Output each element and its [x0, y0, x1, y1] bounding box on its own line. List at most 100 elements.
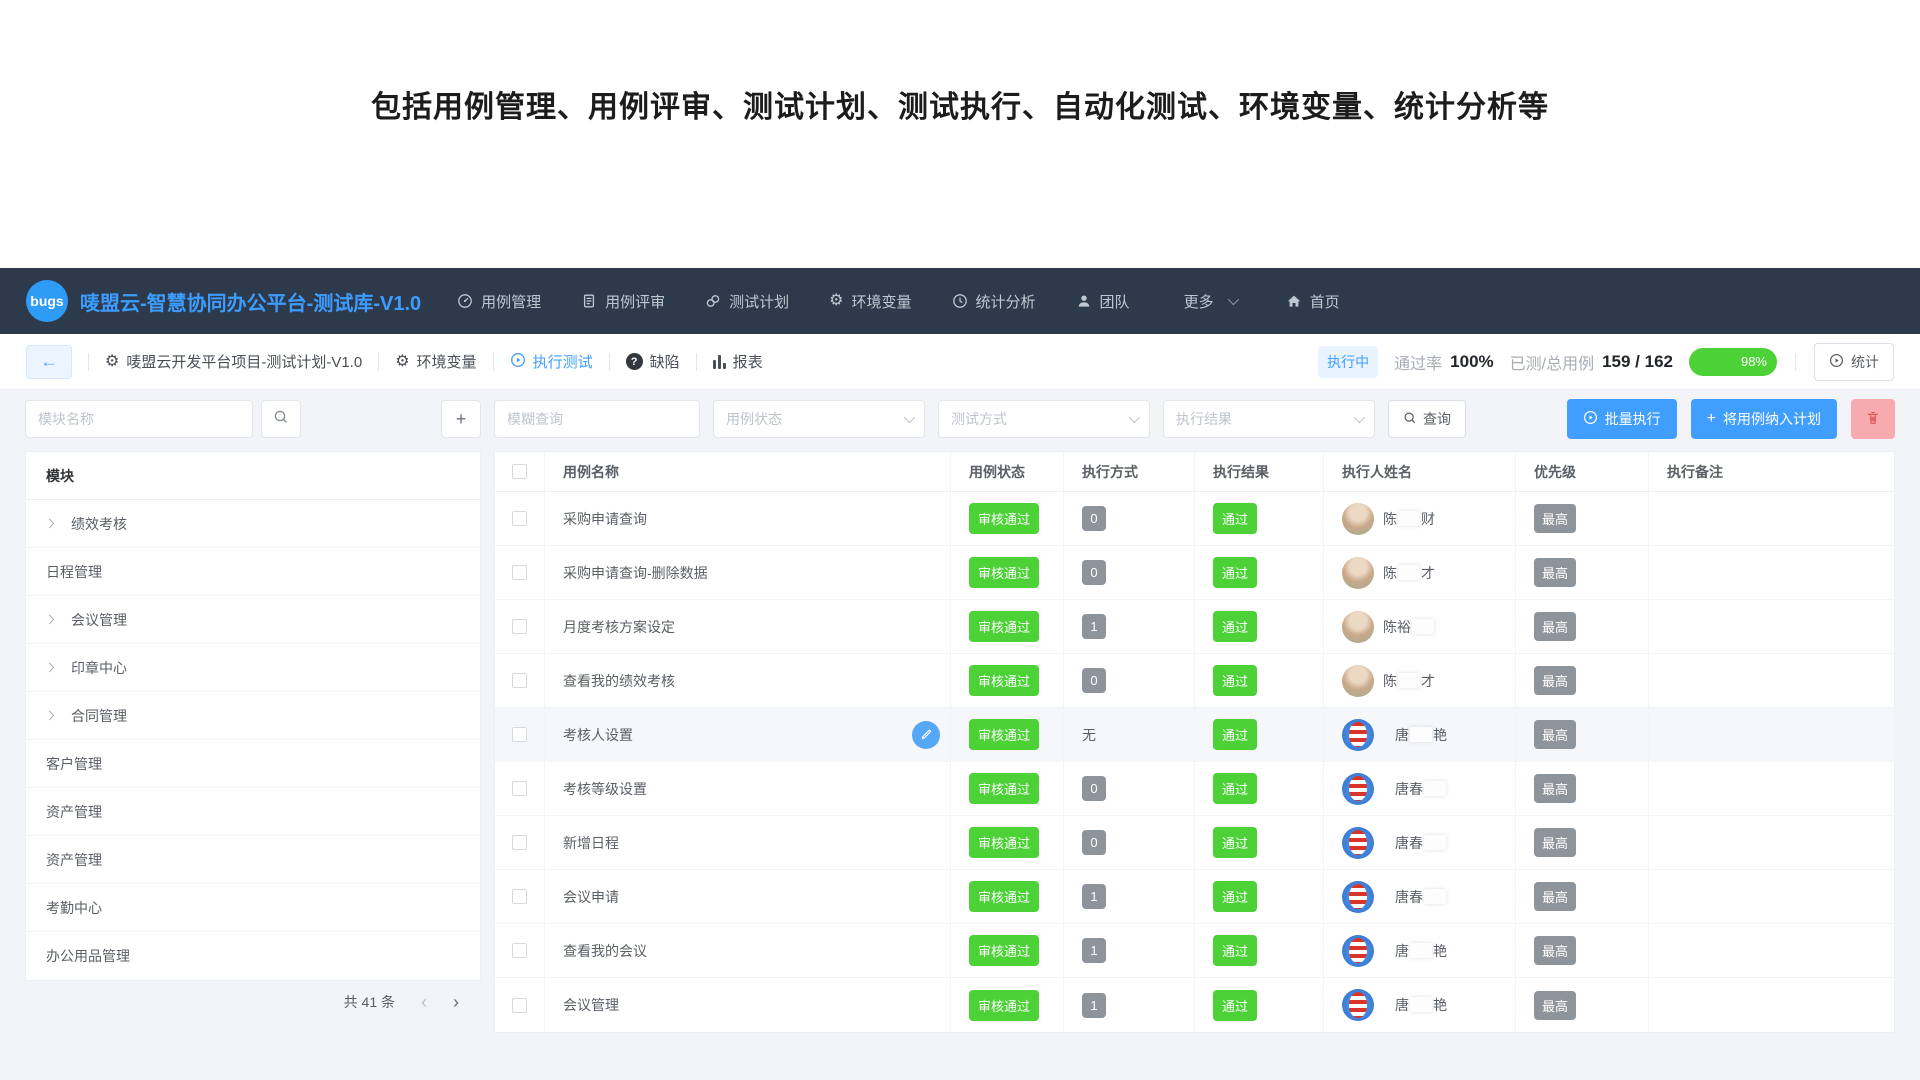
app-logo[interactable]: bugs: [26, 280, 68, 322]
user-icon: [1076, 293, 1092, 309]
nav-item-statistics[interactable]: 统计分析: [952, 291, 1036, 312]
sidebar-item-asset-1[interactable]: 资产管理: [26, 788, 480, 836]
col-exec-note: 执行备注: [1649, 452, 1894, 491]
case-status-select[interactable]: 用例状态: [713, 400, 925, 438]
exec-note: [1649, 654, 1894, 707]
row-checkbox[interactable]: [512, 835, 527, 850]
nav-item-test-plan[interactable]: 测试计划: [705, 291, 789, 312]
sidebar-item-meeting[interactable]: 会议管理: [26, 596, 480, 644]
exec-result-select[interactable]: 执行结果: [1163, 400, 1375, 438]
nav-item-team[interactable]: 团队: [1076, 291, 1130, 312]
case-name[interactable]: 查看我的绩效考核: [545, 654, 951, 707]
play-circle-icon: [1583, 410, 1598, 428]
next-page-button[interactable]: ›: [453, 993, 459, 1011]
result-badge: 通过: [1213, 611, 1257, 642]
sidebar-item-performance[interactable]: 绩效考核: [26, 500, 480, 548]
batch-run-button[interactable]: 批量执行: [1567, 399, 1677, 439]
gauge-icon: [457, 293, 473, 309]
tab-execute-test[interactable]: 执行测试: [510, 351, 593, 372]
result-badge: 通过: [1213, 935, 1257, 966]
case-name[interactable]: 月度考核方案设定: [545, 600, 951, 653]
delete-button[interactable]: [1851, 399, 1895, 439]
back-button[interactable]: ←: [26, 345, 72, 379]
row-checkbox[interactable]: [512, 565, 527, 580]
case-name-cell[interactable]: 考核人设置: [545, 708, 951, 761]
divider: [696, 353, 697, 371]
search-icon: [1403, 411, 1417, 428]
status-badge: 审核通过: [969, 719, 1039, 750]
exec-note: [1649, 816, 1894, 869]
col-priority: 优先级: [1516, 452, 1649, 491]
sidebar-item-label: 资产管理: [46, 802, 102, 822]
add-module-button[interactable]: +: [441, 400, 481, 438]
case-name[interactable]: 考核等级设置: [545, 762, 951, 815]
stats-button[interactable]: 统计: [1814, 343, 1894, 381]
row-checkbox[interactable]: [512, 619, 527, 634]
sidebar-item-asset-2[interactable]: 资产管理: [26, 836, 480, 884]
tab-env-vars[interactable]: ⚙ 环境变量: [395, 351, 476, 372]
tab-defects[interactable]: ? 缺陷: [626, 351, 680, 372]
sidebar-item-customer[interactable]: 客户管理: [26, 740, 480, 788]
table-row: 采购申请查询-删除数据 审核通过 0 通过 陈才 最高: [495, 546, 1894, 600]
row-checkbox[interactable]: [512, 511, 527, 526]
exec-note: [1649, 870, 1894, 923]
executor-name: 唐艳: [1395, 725, 1447, 745]
sidebar-item-seal[interactable]: 印章中心: [26, 644, 480, 692]
case-name[interactable]: 会议申请: [545, 870, 951, 923]
redaction: [1398, 673, 1420, 688]
nav-item-home[interactable]: 首页: [1286, 291, 1340, 312]
test-method-select[interactable]: 测试方式: [938, 400, 1150, 438]
executor-name: 唐艳: [1395, 941, 1447, 961]
nav-item-env-vars[interactable]: ⚙ 环境变量: [829, 291, 911, 312]
row-checkbox[interactable]: [512, 889, 527, 904]
avatar: [1342, 989, 1374, 1021]
tab-project[interactable]: ⚙ 唛盟云开发平台项目-测试计划-V1.0: [105, 351, 362, 372]
row-checkbox[interactable]: [512, 727, 527, 742]
module-search-button[interactable]: [261, 400, 301, 438]
status-badge: 审核通过: [969, 611, 1039, 642]
fuzzy-search-input[interactable]: [494, 400, 700, 438]
tab-reports[interactable]: 报表: [713, 351, 763, 372]
query-button[interactable]: 查询: [1388, 400, 1466, 438]
sidebar-item-schedule[interactable]: 日程管理: [26, 548, 480, 596]
select-all-cell: [495, 452, 545, 491]
tab-label: 环境变量: [417, 351, 477, 372]
col-case-status: 用例状态: [951, 452, 1064, 491]
module-search-input[interactable]: [25, 400, 253, 438]
row-checkbox[interactable]: [512, 998, 527, 1013]
case-name[interactable]: 新增日程: [545, 816, 951, 869]
avatar: [1342, 611, 1374, 643]
case-name[interactable]: 查看我的会议: [545, 924, 951, 977]
prev-page-button[interactable]: ‹: [421, 993, 427, 1011]
case-name[interactable]: 会议管理: [545, 978, 951, 1032]
row-checkbox[interactable]: [512, 673, 527, 688]
chevron-right-icon: [45, 663, 55, 673]
gear-icon: ⚙: [105, 354, 119, 370]
tested-label: 已测/总用例: [1510, 350, 1594, 374]
nav-item-more[interactable]: 更多: [1184, 291, 1236, 312]
add-to-plan-button[interactable]: + 将用例纳入计划: [1691, 399, 1837, 439]
bar-chart-icon: [713, 355, 726, 369]
select-all-checkbox[interactable]: [512, 464, 527, 479]
sidebar-item-office-supplies[interactable]: 办公用品管理: [26, 932, 480, 980]
result-badge: 通过: [1213, 557, 1257, 588]
row-checkbox[interactable]: [512, 943, 527, 958]
add-to-plan-label: 将用例纳入计划: [1723, 409, 1821, 429]
col-exec-result: 执行结果: [1195, 452, 1324, 491]
case-name[interactable]: 采购申请查询-删除数据: [545, 546, 951, 599]
sidebar-item-attendance[interactable]: 考勤中心: [26, 884, 480, 932]
divider: [378, 353, 379, 371]
nav-item-case-review[interactable]: 用例评审: [581, 291, 665, 312]
module-list-header: 模块: [26, 452, 480, 500]
case-name[interactable]: 采购申请查询: [545, 492, 951, 545]
edit-button[interactable]: [912, 721, 940, 749]
nav-item-case-management[interactable]: 用例管理: [457, 291, 541, 312]
sidebar-item-contract[interactable]: 合同管理: [26, 692, 480, 740]
redaction: [1410, 997, 1432, 1012]
row-checkbox[interactable]: [512, 781, 527, 796]
total-count: 共 41 条: [344, 992, 395, 1012]
link-icon: [705, 293, 721, 309]
table-row-selected: 考核人设置 审核通过 无 通过 唐艳 最高: [495, 708, 1894, 762]
avatar: [1342, 503, 1374, 535]
play-circle-icon: [1829, 353, 1844, 371]
